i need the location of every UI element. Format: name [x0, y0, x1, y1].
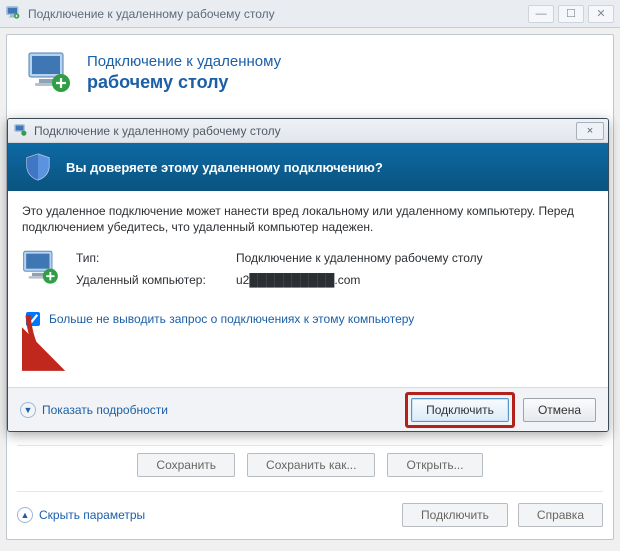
dialog-question-band: Вы доверяете этому удаленному подключени…	[8, 143, 608, 191]
dialog-close-button[interactable]: ×	[576, 122, 604, 140]
dialog-cancel-button[interactable]: Отмена	[523, 398, 596, 422]
main-header-text: Подключение к удаленному рабочему столу	[87, 52, 281, 92]
chevron-up-icon: ▲	[17, 507, 33, 523]
hide-options-label: Скрыть параметры	[39, 508, 145, 522]
type-label: Тип:	[76, 251, 236, 265]
hide-options-toggle[interactable]: ▲ Скрыть параметры	[17, 507, 145, 523]
type-value: Подключение к удаленному рабочему столу	[236, 251, 483, 265]
main-footer: ▲ Скрыть параметры Подключить Справка	[17, 491, 603, 531]
trust-connection-dialog: Подключение к удаленному рабочему столу …	[7, 118, 609, 432]
main-titlebar: Подключение к удаленному рабочему столу …	[0, 0, 620, 28]
rdp-icon	[6, 6, 22, 22]
show-details-label: Показать подробности	[42, 403, 168, 417]
dont-ask-again-checkbox[interactable]	[26, 312, 40, 326]
host-label: Удаленный компьютер:	[76, 273, 236, 287]
help-button[interactable]: Справка	[518, 503, 603, 527]
header-line1: Подключение к удаленному	[87, 52, 281, 72]
save-button[interactable]: Сохранить	[137, 453, 235, 477]
maximize-button[interactable]: ☐	[558, 5, 584, 23]
header-line2: рабочему столу	[87, 72, 281, 92]
connect-button-highlight: Подключить	[405, 392, 515, 428]
rdp-icon	[22, 249, 62, 289]
connect-button[interactable]: Подключить	[402, 503, 508, 527]
dialog-warning-text: Это удаленное подключение может нанести …	[22, 203, 594, 235]
open-button[interactable]: Открыть...	[387, 453, 482, 477]
connection-info-row: Тип: Подключение к удаленному рабочему с…	[22, 249, 594, 289]
dialog-question-text: Вы доверяете этому удаленному подключени…	[66, 160, 383, 175]
main-title-text: Подключение к удаленному рабочему столу	[28, 7, 275, 21]
close-button[interactable]: ✕	[588, 5, 614, 23]
rdp-icon	[27, 51, 75, 93]
dialog-title-text: Подключение к удаленному рабочему столу	[34, 124, 281, 138]
settings-button-row: Сохранить Сохранить как... Открыть...	[17, 445, 603, 483]
host-value: u2██████████.com	[236, 273, 483, 287]
dialog-titlebar: Подключение к удаленному рабочему столу …	[8, 119, 608, 143]
dialog-body: Это удаленное подключение может нанести …	[8, 191, 608, 329]
main-header: Подключение к удаленному рабочему столу	[17, 45, 603, 107]
shield-icon	[22, 151, 54, 183]
show-details-toggle[interactable]: ▼ Показать подробности	[20, 402, 168, 418]
dialog-connect-button[interactable]: Подключить	[411, 398, 509, 422]
chevron-down-icon: ▼	[20, 402, 36, 418]
dont-ask-again-row[interactable]: Больше не выводить запрос о подключениях…	[22, 309, 594, 329]
rdp-icon	[14, 124, 28, 138]
dialog-footer: ▼ Показать подробности Подключить Отмена	[8, 387, 608, 431]
save-as-button[interactable]: Сохранить как...	[247, 453, 375, 477]
minimize-button[interactable]: —	[528, 5, 554, 23]
dont-ask-again-label: Больше не выводить запрос о подключениях…	[49, 312, 414, 326]
